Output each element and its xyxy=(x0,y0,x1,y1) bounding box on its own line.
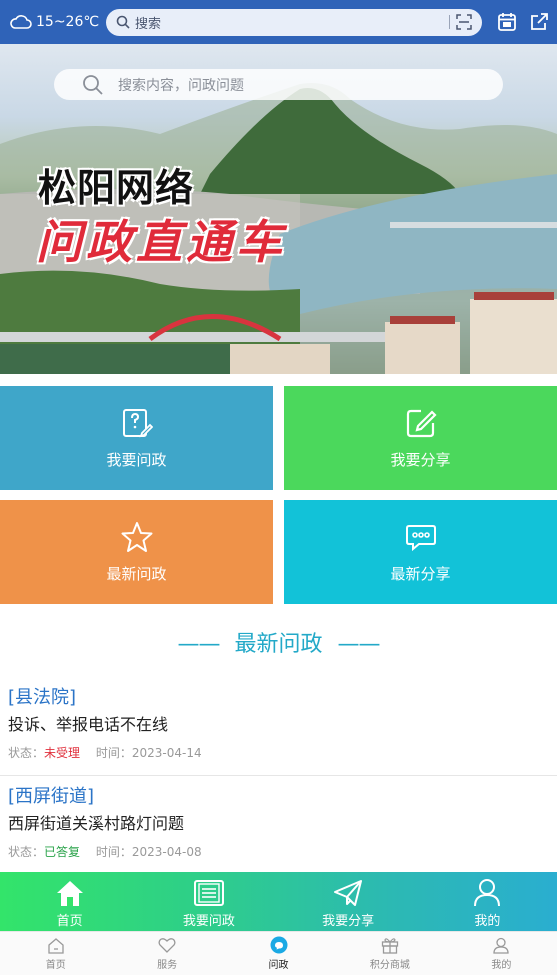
news-time: 2023-04-14 xyxy=(131,746,202,760)
module-nav-mine[interactable]: 我的 xyxy=(418,872,557,931)
tab-label: 服务 xyxy=(157,959,178,971)
scan-icon[interactable] xyxy=(456,14,472,30)
tab-label: 积分商城 xyxy=(369,959,410,971)
status-label: 状态： xyxy=(8,746,45,760)
time-label: 时间： xyxy=(95,845,132,859)
chat-bubble-icon xyxy=(405,524,436,551)
news-title: 投诉、举报电话不在线 xyxy=(8,715,169,734)
module-nav-home[interactable]: 首页 xyxy=(0,872,139,931)
module-nav-share[interactable]: 我要分享 xyxy=(279,872,418,931)
weather-widget[interactable]: 15~26℃ xyxy=(10,14,102,30)
home-icon xyxy=(48,937,64,954)
module-nav-label: 我的 xyxy=(474,914,501,929)
cloud-icon xyxy=(10,15,32,29)
tab-wenzheng[interactable]: 问政 xyxy=(223,932,334,975)
tab-home[interactable]: 首页 xyxy=(0,932,111,975)
search-divider xyxy=(449,15,450,29)
calendar-button[interactable] xyxy=(496,11,518,33)
search-icon xyxy=(83,74,103,95)
home-icon xyxy=(56,881,83,906)
tab-points-mall[interactable]: 积分商城 xyxy=(334,932,445,975)
banner-title: 松阳网络 xyxy=(38,166,195,210)
tile-label: 我要问政 xyxy=(106,450,167,469)
tab-label: 我的 xyxy=(491,959,512,971)
status-badge: 未受理 xyxy=(44,746,81,760)
tile-latest-questions[interactable]: 最新问政 xyxy=(0,500,273,604)
tile-latest-shares[interactable]: 最新分享 xyxy=(284,500,557,604)
tile-label: 最新分享 xyxy=(390,564,451,583)
document-icon xyxy=(193,880,224,906)
news-meta: 状态：未受理 时间：2023-04-14 xyxy=(8,744,202,761)
question-edit-icon xyxy=(122,408,153,437)
paper-plane-icon xyxy=(334,880,363,906)
tab-label: 问政 xyxy=(268,960,289,971)
tab-service[interactable]: 服务 xyxy=(111,932,222,975)
top-bar: 15~26℃ 搜索 xyxy=(0,0,557,44)
banner-search-bar[interactable]: 搜索内容，问政问题 xyxy=(54,69,503,100)
banner-search-placeholder: 搜索内容，问政问题 xyxy=(118,77,244,94)
module-nav-label: 我要分享 xyxy=(322,914,375,929)
news-department: [西屏街道] xyxy=(8,786,95,807)
tab-label: 首页 xyxy=(45,959,66,971)
module-nav-label: 首页 xyxy=(56,914,83,929)
status-label: 状态： xyxy=(8,845,45,859)
news-meta: 状态：已答复 时间：2023-04-08 xyxy=(8,843,202,860)
top-search-bar[interactable]: 搜索 xyxy=(106,8,482,36)
tab-mine[interactable]: 我的 xyxy=(446,932,557,975)
tile-label: 我要分享 xyxy=(390,450,451,469)
star-icon xyxy=(121,521,152,552)
top-search-placeholder: 搜索 xyxy=(135,16,162,32)
chat-badge-icon xyxy=(270,936,288,954)
list-item[interactable]: [县法院] 投诉、举报电话不在线 状态：未受理 时间：2023-04-14 xyxy=(0,683,557,776)
tile-share[interactable]: 我要分享 xyxy=(284,386,557,490)
status-badge: 已答复 xyxy=(44,845,81,859)
user-icon xyxy=(493,937,509,954)
temperature: 15~26℃ xyxy=(36,14,100,30)
banner-subtitle: 问政直通车 xyxy=(36,215,286,269)
heart-icon xyxy=(158,937,176,953)
tile-ask-question[interactable]: 我要问政 xyxy=(0,386,273,490)
news-department: [县法院] xyxy=(8,687,77,708)
share-button[interactable] xyxy=(528,11,550,33)
heading-dash-right: —— xyxy=(337,632,381,657)
heading-dash-left: —— xyxy=(177,632,220,657)
module-nav-ask[interactable]: 我要问政 xyxy=(139,872,278,931)
external-link-icon xyxy=(531,13,548,30)
time-label: 时间： xyxy=(95,746,132,760)
module-nav-label: 我要问政 xyxy=(182,914,235,929)
news-time: 2023-04-08 xyxy=(131,845,202,859)
edit-square-icon xyxy=(406,409,437,437)
calendar-icon xyxy=(498,13,516,31)
list-item[interactable]: [西屏街道] 西屏街道关溪村路灯问题 状态：已答复 时间：2023-04-08 xyxy=(0,782,557,872)
bottom-tab-bar: 首页 服务 问政 积分商城 我的 xyxy=(0,931,557,975)
tile-label: 最新问政 xyxy=(106,564,167,583)
search-icon xyxy=(116,15,130,29)
gift-icon xyxy=(381,937,399,954)
banner[interactable]: 搜索内容，问政问题 松阳网络 问政直通车 xyxy=(0,44,557,374)
news-title: 西屏街道关溪村路灯问题 xyxy=(8,814,185,833)
section-heading: —— 最新问政 —— xyxy=(0,626,557,658)
module-nav: 首页 我要问政 我要分享 我的 xyxy=(0,872,557,931)
section-title: 最新问政 xyxy=(234,632,323,657)
user-icon xyxy=(474,879,501,907)
